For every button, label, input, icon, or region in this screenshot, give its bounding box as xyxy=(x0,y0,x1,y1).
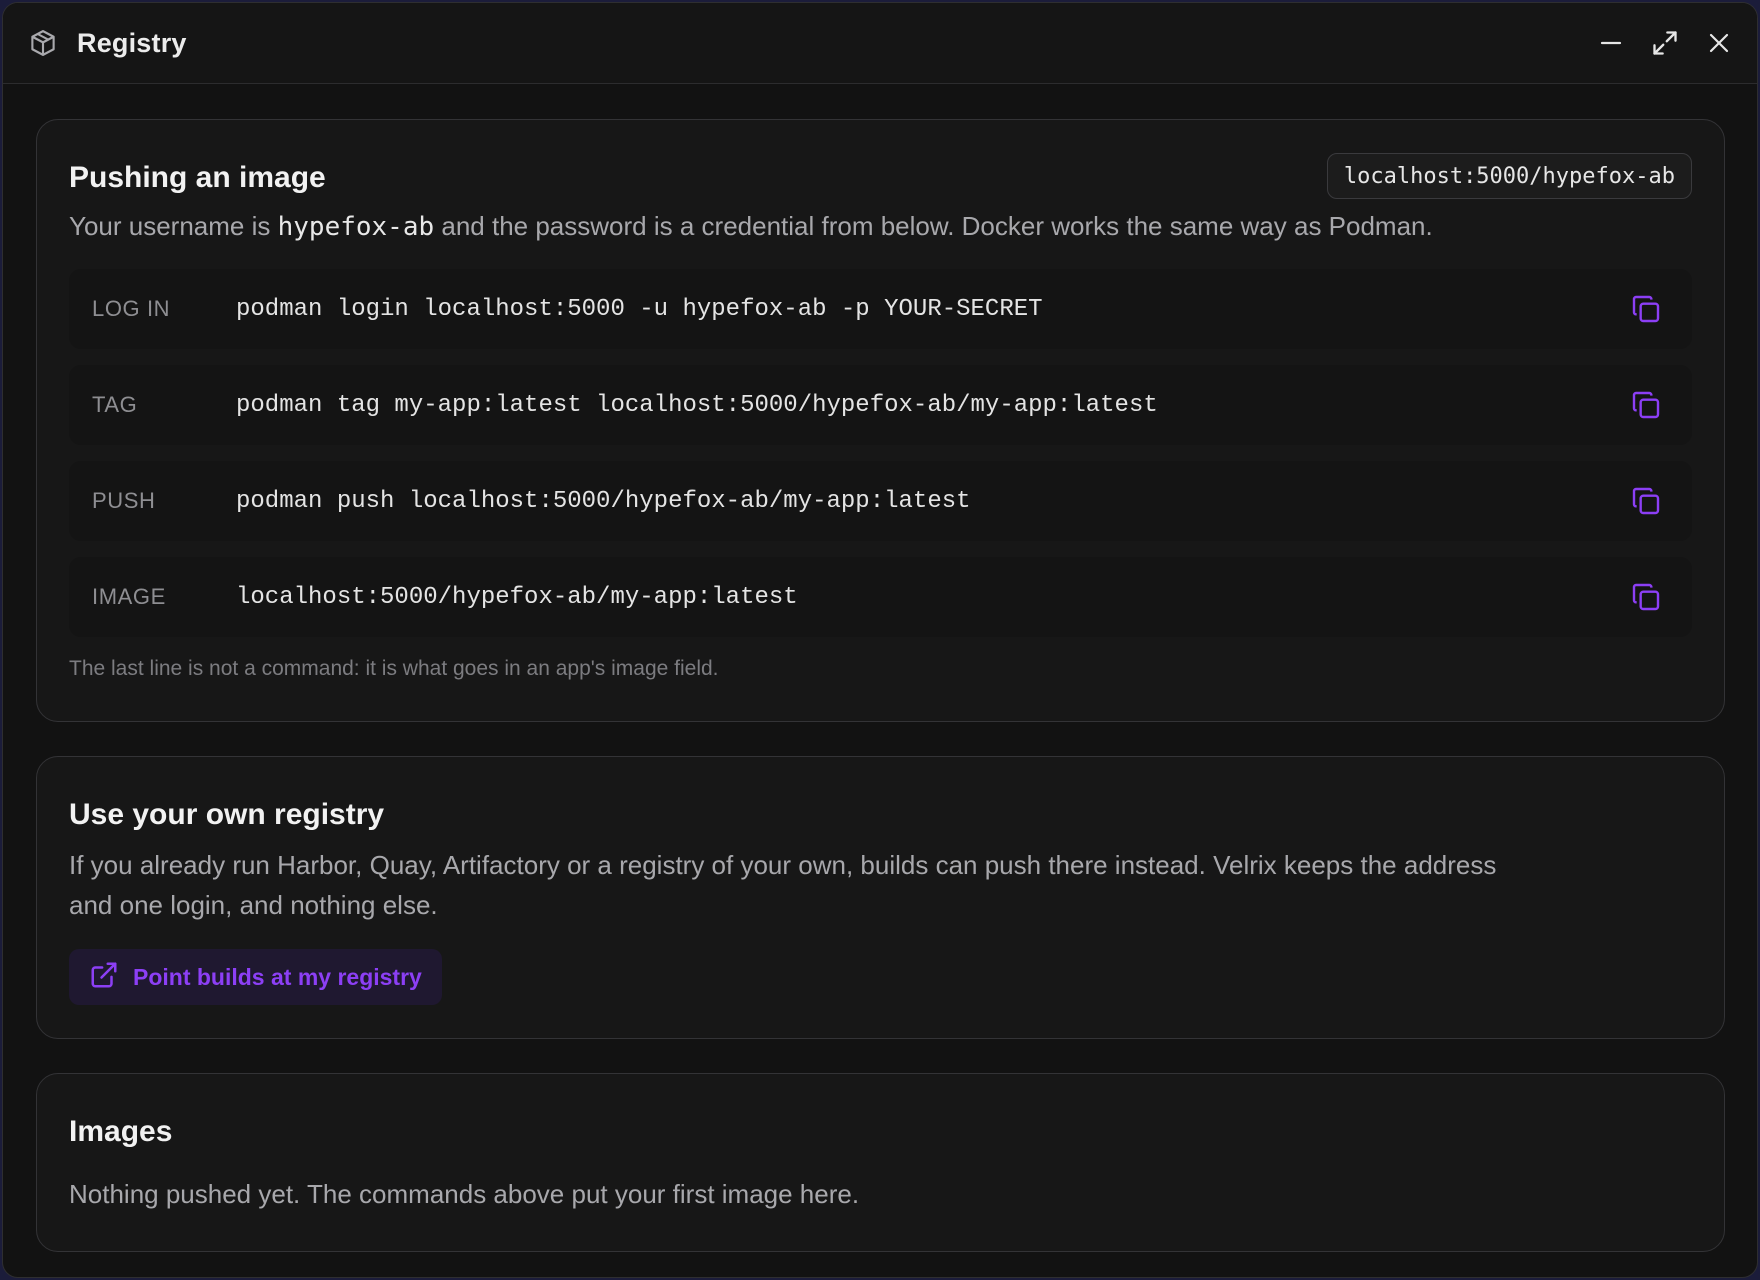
own-registry-title: Use your own registry xyxy=(69,798,385,831)
command-text: podman tag my-app:latest localhost:5000/… xyxy=(236,391,1158,419)
command-row-tag: TAG podman tag my-app:latest localhost:5… xyxy=(69,365,1692,445)
images-card: Images Nothing pushed yet. The commands … xyxy=(36,1073,1725,1252)
external-link-icon xyxy=(89,960,119,995)
description-suffix: and the password is a credential from be… xyxy=(434,211,1433,241)
registry-address: localhost:5000/hypefox-ab xyxy=(1326,153,1692,199)
command-row-push: PUSH podman push localhost:5000/hypefox-… xyxy=(69,461,1692,541)
main-content: Pushing an image localhost:5000/hypefox-… xyxy=(3,85,1757,1277)
copy-icon[interactable] xyxy=(1628,387,1664,423)
point-builds-button[interactable]: Point builds at my registry xyxy=(69,949,442,1005)
own-registry-card: Use your own registry If you already run… xyxy=(36,756,1725,1039)
command-row-login: LOG IN podman login localhost:5000 -u hy… xyxy=(69,269,1692,349)
command-list: LOG IN podman login localhost:5000 -u hy… xyxy=(69,269,1692,637)
copy-icon[interactable] xyxy=(1628,579,1664,615)
window-title: Registry xyxy=(77,27,187,58)
command-label: LOG IN xyxy=(92,296,171,321)
image-field-note: The last line is not a command: it is wh… xyxy=(69,657,719,680)
images-empty-state: Nothing pushed yet. The commands above p… xyxy=(69,1179,860,1209)
command-text: localhost:5000/hypefox-ab/my-app:latest xyxy=(236,583,798,611)
command-label: IMAGE xyxy=(92,584,166,609)
command-text: podman push localhost:5000/hypefox-ab/my… xyxy=(236,487,971,515)
pushing-image-card: Pushing an image localhost:5000/hypefox-… xyxy=(36,119,1725,722)
command-label: PUSH xyxy=(92,488,156,513)
images-title: Images xyxy=(69,1115,173,1148)
copy-icon[interactable] xyxy=(1628,483,1664,519)
maximize-icon[interactable] xyxy=(1649,27,1681,59)
close-icon[interactable] xyxy=(1703,27,1735,59)
command-text: podman login localhost:5000 -u hypefox-a… xyxy=(236,295,1043,323)
registry-window: Registry Pushing an image localhost:5000… xyxy=(2,2,1758,1278)
username: hypefox-ab xyxy=(277,212,435,242)
pushing-image-description: Your username is hypefox-ab and the pass… xyxy=(69,206,1692,247)
description-prefix: Your username is xyxy=(69,211,278,241)
package-icon xyxy=(27,27,59,59)
minimize-icon[interactable] xyxy=(1595,27,1627,59)
point-builds-label: Point builds at my registry xyxy=(133,963,422,990)
window-controls xyxy=(1595,27,1735,59)
command-label: TAG xyxy=(92,392,138,417)
own-registry-description: If you already run Harbor, Quay, Artifac… xyxy=(69,850,1497,920)
copy-icon[interactable] xyxy=(1628,291,1664,327)
command-row-image: IMAGE localhost:5000/hypefox-ab/my-app:l… xyxy=(69,557,1692,637)
title-bar: Registry xyxy=(3,3,1757,84)
